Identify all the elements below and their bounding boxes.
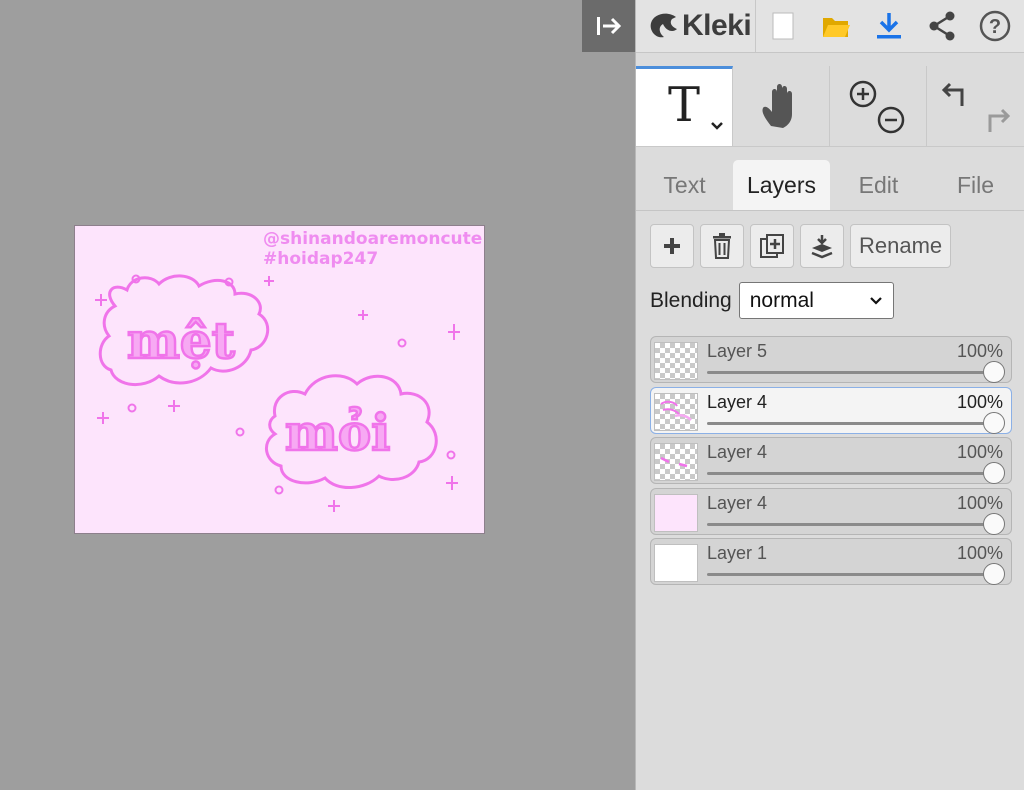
artwork-drawing: mệt mỏi [95,274,460,512]
hand-icon [762,84,792,128]
layer-opacity: 100% [956,543,1003,563]
text-tool-button[interactable]: T [636,66,733,146]
tab-layers[interactable]: Layers [733,160,830,210]
layer-item[interactable]: Layer 4 100% [650,437,1012,484]
help-button[interactable]: ? [968,0,1021,52]
layer-thumbnail-art [660,456,688,468]
zoom-tool-button[interactable] [830,66,927,146]
top-bar: Kleki ? [636,0,1024,53]
blending-value: normal [749,288,814,312]
layer-thumbnail [654,392,698,431]
save-download-button[interactable] [862,0,915,52]
text-tool-icon: T [667,76,700,133]
collapse-panel-icon [596,17,621,35]
merge-down-icon [811,235,833,259]
drawing-canvas[interactable]: mệt mỏi @shinandoaremoncute #hoidap247 [75,226,484,533]
folder-open-icon [822,18,850,37]
rename-layer-button[interactable]: Rename [850,224,952,268]
merge-down-button[interactable] [800,224,844,268]
blending-row: Blending normal [650,282,894,319]
download-icon [876,13,901,39]
layer-item[interactable]: Layer 4 100% [650,487,1012,535]
trash-icon [713,233,731,259]
add-layer-button[interactable] [650,224,694,268]
tool-row: T [636,66,1024,147]
layer-thumbnail [654,493,698,532]
layer-opacity: 100% [956,442,1003,462]
new-file-icon [772,12,793,40]
tab-file[interactable]: File [927,160,1024,210]
canvas-workspace[interactable]: mệt mỏi @shinandoaremoncute #hoidap247 [0,0,635,790]
layer-name: Layer 4 [707,391,768,412]
layer-thumbnail-art [660,400,692,421]
chevron-down-icon [869,296,882,305]
share-button[interactable] [915,0,968,52]
new-image-button[interactable] [756,0,809,52]
opacity-slider-track[interactable] [707,472,993,475]
artwork-credit-text: @shinandoaremoncute #hoidap247 [263,229,483,269]
artwork-word-1: mệt [127,311,235,370]
layer-name: Layer 4 [707,492,768,513]
duplicate-icon [760,234,784,258]
zoom-in-out-icon [849,80,905,134]
hand-tool-button[interactable] [733,66,830,146]
layer-list: Layer 5 100% Layer 4 100% Layer 4 100% L… [650,336,1012,589]
toggle-panel-button[interactable] [582,0,635,52]
layer-name: Layer 4 [707,442,768,462]
layer-thumbnail [654,443,698,481]
opacity-slider-handle[interactable] [983,361,1005,383]
tool-panel: Kleki ? T Text Layers Edit File Rename B… [635,0,1024,790]
layer-name: Layer 5 [707,341,768,361]
share-icon [929,11,954,41]
blending-label: Blending [650,288,732,312]
tab-edit[interactable]: Edit [830,160,927,210]
undo-redo-icons [941,82,1010,132]
panel-tabs: Text Layers Edit File [636,160,1024,211]
artwork-word-2: mỏi [285,403,390,462]
plus-icon [664,238,680,254]
opacity-slider-handle[interactable] [983,563,1005,585]
brand-name: Kleki [682,9,752,42]
opacity-slider-handle[interactable] [983,462,1005,484]
layer-thumbnail [654,544,698,582]
layer-opacity: 100% [956,391,1003,412]
duplicate-layer-button[interactable] [750,224,794,268]
layer-actions: Rename [650,224,952,268]
opacity-slider-handle[interactable] [983,411,1005,434]
kleki-logo-icon [650,13,677,38]
layer-item[interactable]: Layer 5 100% [650,336,1012,383]
delete-layer-button[interactable] [700,224,744,268]
opacity-slider-track[interactable] [707,522,993,526]
tab-text[interactable]: Text [636,160,733,210]
open-file-button[interactable] [809,0,862,52]
layer-item-selected[interactable]: Layer 4 100% [650,386,1012,434]
help-icon: ? [979,10,1010,42]
undo-redo-group [927,66,1024,146]
layer-opacity: 100% [956,492,1003,513]
chevron-down-icon[interactable] [710,121,724,131]
layer-thumbnail [654,342,698,380]
layer-opacity: 100% [956,341,1003,361]
layer-name: Layer 1 [707,543,768,563]
svg-text:?: ? [988,16,1000,38]
opacity-slider-track[interactable] [707,573,993,576]
undo-icon[interactable] [941,82,963,106]
opacity-slider-handle[interactable] [983,512,1005,535]
layer-item[interactable]: Layer 1 100% [650,538,1012,585]
opacity-slider-track[interactable] [707,421,993,425]
blending-select[interactable]: normal [738,282,894,319]
opacity-slider-track[interactable] [707,371,993,374]
kleki-logo[interactable]: Kleki [636,0,756,52]
redo-icon[interactable] [988,108,1010,132]
